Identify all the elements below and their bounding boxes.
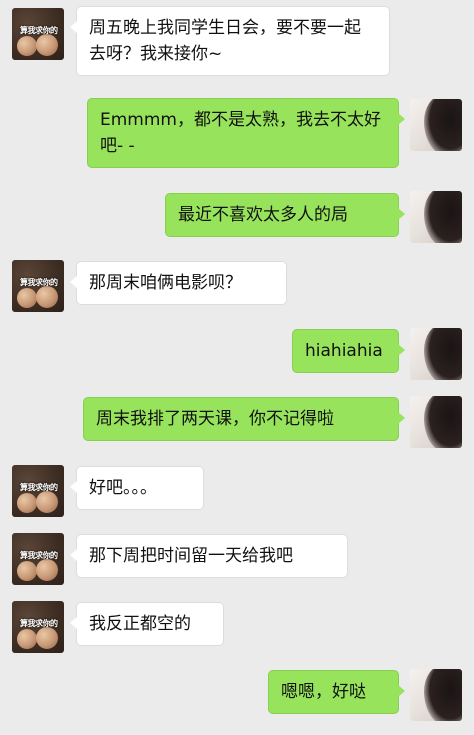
user-avatar[interactable] <box>410 669 462 721</box>
avatar-hair <box>424 396 462 448</box>
message-bubble-sent[interactable]: 周末我排了两天课，你不记得啦 <box>83 397 405 441</box>
message-bubble-sent[interactable]: 嗯嗯，好哒 <box>268 670 405 714</box>
message-bubble-received[interactable]: 那下周把时间留一天给我吧 <box>70 534 348 578</box>
friend-avatar[interactable]: 算我求你的 <box>12 8 64 60</box>
cookie-shape <box>36 627 58 649</box>
avatar-caption: 算我求你的 <box>20 551 58 560</box>
user-avatar[interactable] <box>410 99 462 151</box>
cookie-shape <box>36 34 58 56</box>
message-bubble-received[interactable]: 我反正都空的 <box>70 602 224 646</box>
friend-avatar[interactable]: 算我求你的 <box>12 601 64 653</box>
cookie-shape <box>36 559 58 581</box>
avatar-caption: 算我求你的 <box>20 26 58 35</box>
friend-avatar[interactable]: 算我求你的 <box>12 465 64 517</box>
cookie-shape <box>17 288 37 308</box>
user-avatar[interactable] <box>410 191 462 243</box>
cookie-shape <box>17 629 37 649</box>
message-bubble-received[interactable]: 好吧。。。 <box>70 466 204 510</box>
cookie-shape <box>17 561 37 581</box>
message-bubble-received[interactable]: 那周末咱俩电影呗？ <box>70 261 287 305</box>
cookie-shape <box>17 36 37 56</box>
cookie-shape <box>36 491 58 513</box>
message-bubble-sent[interactable]: Emmmm，都不是太熟，我去不太好吧- - <box>87 98 405 168</box>
message-bubble-sent[interactable]: hiahiahia <box>292 329 405 373</box>
cookie-shape <box>36 286 58 308</box>
message-bubble-sent[interactable]: 最近不喜欢太多人的局 <box>165 193 405 237</box>
friend-avatar[interactable]: 算我求你的 <box>12 533 64 585</box>
chat-area: 算我求你的 周五晚上我同学生日会，要不要一起去呀？我来接你~ Emmmm，都不是… <box>0 0 474 735</box>
avatar-caption: 算我求你的 <box>20 483 58 492</box>
message-bubble-received[interactable]: 周五晚上我同学生日会，要不要一起去呀？我来接你~ <box>70 6 390 76</box>
avatar-hair <box>424 191 462 243</box>
friend-avatar[interactable]: 算我求你的 <box>12 260 64 312</box>
avatar-caption: 算我求你的 <box>20 619 58 628</box>
avatar-caption: 算我求你的 <box>20 278 58 287</box>
user-avatar[interactable] <box>410 396 462 448</box>
avatar-hair <box>424 328 462 380</box>
user-avatar[interactable] <box>410 328 462 380</box>
avatar-hair <box>424 669 462 721</box>
cookie-shape <box>17 493 37 513</box>
avatar-hair <box>424 99 462 151</box>
